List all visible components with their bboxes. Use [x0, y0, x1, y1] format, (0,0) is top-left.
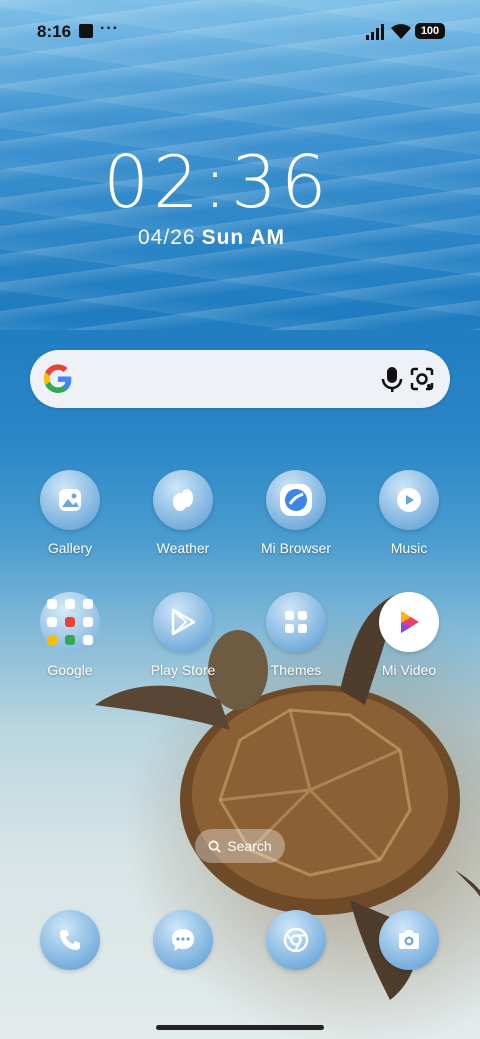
dock-phone[interactable]: [20, 910, 120, 970]
app-music[interactable]: Music: [359, 470, 459, 556]
music-icon: [379, 470, 439, 530]
battery-level: 100: [420, 25, 440, 37]
search-icon: [208, 840, 221, 853]
mi-browser-icon: [266, 470, 326, 530]
app-mi-video[interactable]: Mi Video: [359, 592, 459, 678]
app-google-folder[interactable]: Google: [20, 592, 120, 678]
app-label: Mi Browser: [260, 540, 331, 556]
signal-icon: [366, 24, 384, 40]
app-label: Themes: [270, 662, 322, 678]
camera-icon: [379, 910, 439, 970]
app-gallery[interactable]: Gallery: [20, 470, 120, 556]
app-label: Weather: [156, 540, 210, 556]
app-label: Mi Video: [381, 662, 437, 678]
google-lens-icon[interactable]: [408, 365, 436, 393]
dock-camera[interactable]: [359, 910, 459, 970]
chrome-icon: [266, 910, 326, 970]
weather-icon: [153, 470, 213, 530]
status-bar: 8:16 ··· 100: [0, 0, 480, 64]
battery-icon: 100: [415, 23, 445, 39]
app-play-store[interactable]: Play Store: [133, 592, 233, 678]
app-search-button[interactable]: Search: [195, 829, 285, 863]
app-label: Google: [47, 662, 93, 678]
app-themes[interactable]: Themes: [246, 592, 346, 678]
app-mi-browser[interactable]: Mi Browser: [246, 470, 346, 556]
app-label: Play Store: [150, 662, 216, 678]
search-label: Search: [227, 838, 272, 854]
google-folder-icon: [40, 592, 100, 652]
google-search-bar[interactable]: [30, 350, 450, 408]
wifi-icon: [391, 24, 411, 39]
play-store-icon: [153, 592, 213, 652]
day-text: Sun AM: [201, 226, 285, 249]
clock-time[interactable]: 02:36: [0, 140, 434, 224]
phone-icon: [40, 910, 100, 970]
more-notifications-icon: ···: [100, 20, 119, 37]
mi-video-icon: [379, 592, 439, 652]
app-label: Music: [390, 540, 428, 556]
clock-date[interactable]: 04/26 Sun AM: [138, 226, 285, 250]
dock-messages[interactable]: [133, 910, 233, 970]
status-time: 8:16: [37, 22, 72, 41]
notification-icon: [79, 24, 93, 38]
google-logo-icon: [43, 364, 72, 393]
themes-icon: [266, 592, 326, 652]
app-weather[interactable]: Weather: [133, 470, 233, 556]
dock-chrome[interactable]: [246, 910, 346, 970]
date-text: 04/26: [138, 226, 196, 249]
home-indicator[interactable]: [156, 1025, 324, 1030]
gallery-icon: [40, 470, 100, 530]
app-label: Gallery: [47, 540, 93, 556]
microphone-icon[interactable]: [380, 365, 404, 393]
messages-icon: [153, 910, 213, 970]
